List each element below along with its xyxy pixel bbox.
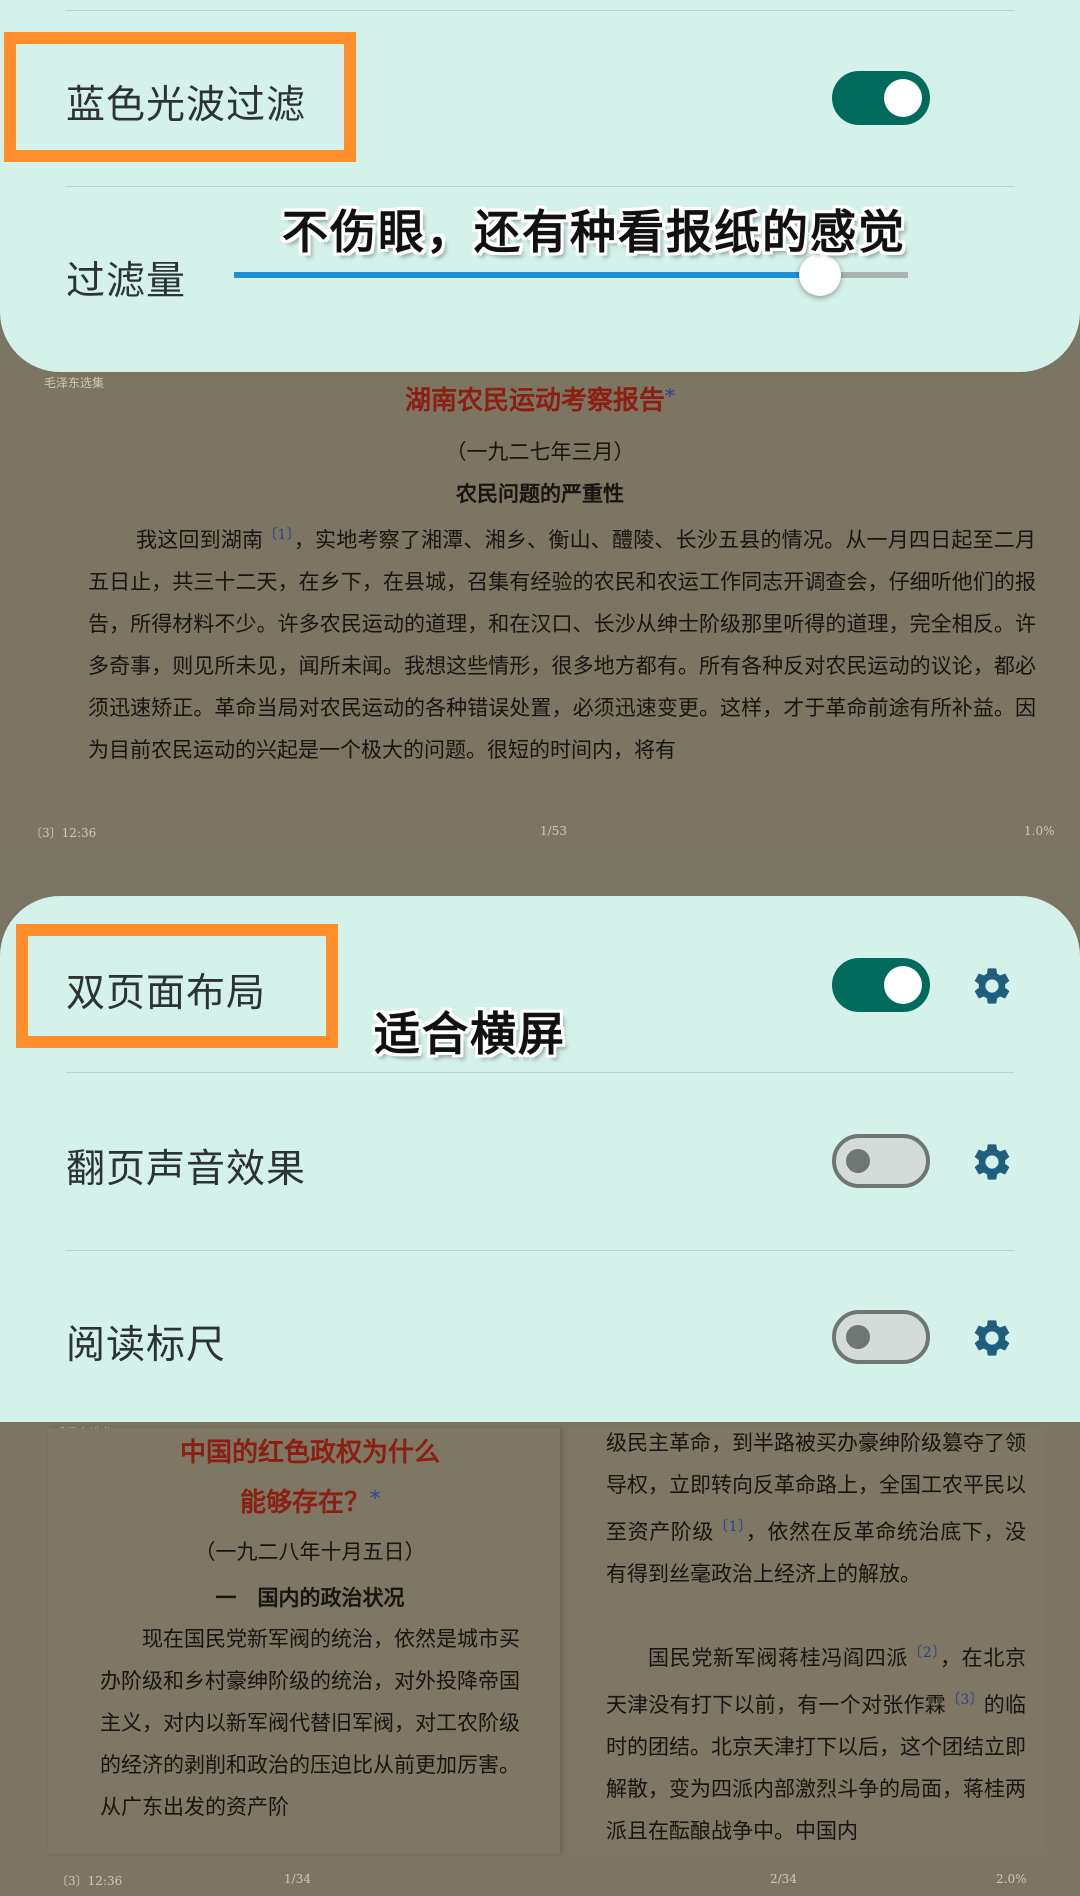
divider [66,1250,1014,1251]
section-heading: 农民问题的严重性 [456,481,624,506]
chapter-title: 湖南农民运动考察报告* [0,380,1080,417]
battery-status: 〔3〕12:36 [56,1874,123,1888]
blue-light-filter-toggle[interactable] [832,71,930,125]
dual-page-toggle[interactable] [832,958,930,1012]
reading-ruler-label: 阅读标尺 [66,1323,227,1368]
progress-percent: 1.0% [1024,824,1055,838]
section-heading: 一 国内的政治状况 [215,1585,405,1610]
caption-landscape: 适合横屏 [374,1007,566,1061]
chapter-title-line1: 中国的红色政权为什么 [179,1438,440,1468]
toggle-knob [846,1149,870,1173]
battery-status: 〔3〕12:36 [30,826,97,840]
footnote-link[interactable]: 〔2〕 [908,1645,940,1661]
toggle-knob [846,1325,870,1349]
page-sound-toggle[interactable] [832,1134,930,1188]
progress-percent: 2.0% [996,1872,1027,1886]
divider [66,10,1014,11]
battery-level: 3 [42,826,50,840]
title-footnote-mark: * [370,1485,380,1510]
highlight-box [4,32,356,162]
gear-icon[interactable] [970,1316,1014,1360]
paragraph-text: 国民党新军阀蒋桂冯阎四派 [648,1646,909,1670]
reader-page-top: 毛泽东选集 湖南农民运动考察报告* （一九二七年三月） 农民问题的严重性 我这回… [0,372,1080,844]
toggle-knob [884,966,922,1004]
divider [66,186,1014,187]
right-page-paragraph: 级民主革命，到半路被买办豪绅阶级篡夺了领导权，立即转向反革命路上，全国工农平民以… [606,1422,1026,1595]
filter-amount-label: 过滤量 [66,259,187,304]
chapter-date: （一九二七年三月） [445,440,635,464]
right-page-paragraph: 国民党新军阀蒋桂冯阎四派〔2〕，在北京天津没有打下以前，有一个对张作霖〔3〕的临… [606,1632,1026,1852]
chapter-title-line2: 能够存在？* [100,1482,520,1519]
chapter-title-text: 湖南农民运动考察报告 [404,386,665,416]
caption-no-eye-strain: 不伤眼，还有种看报纸的感觉 [282,205,906,259]
page-number: 1/53 [540,824,567,838]
chapter-title-text: 能够存在？ [239,1488,370,1518]
footnote-link[interactable]: 〔1〕 [714,1519,746,1535]
clock-time: 12:36 [87,1874,123,1888]
filter-amount-slider-fill [234,272,821,278]
page-number-right: 2/34 [770,1872,797,1886]
page-sound-label: 翻页声音效果 [66,1147,307,1192]
toggle-knob [884,79,922,117]
highlight-box [16,924,338,1048]
body-paragraph: 我这回到湖南〔1〕，实地考察了湘潭、湘乡、衡山、醴陵、长沙五县的情况。从一月四日… [88,514,1036,771]
left-page-paragraph: 现在国民党新军阀的统治，依然是城市买办阶级和乡村豪绅阶级的统治，对外投降帝国主义… [100,1627,520,1819]
paragraph-text: ，实地考察了湘潭、湘乡、衡山、醴陵、长沙五县的情况。从一月四日起至二月五日止，共… [88,528,1037,762]
clock-time: 12:36 [61,826,97,840]
reader-spread-bottom: 毛泽东选集 中国的红色政权为什么 能够存在？* （一九二八年十月五日） 一 国内… [0,1422,1080,1896]
paragraph-text: 我这回到湖南 [136,528,264,552]
gear-icon[interactable] [970,964,1014,1008]
title-footnote-mark: * [665,383,675,408]
chapter-date: （一九二八年十月五日） [194,1540,426,1564]
footnote-link[interactable]: 〔1〕 [263,527,294,543]
page-number-left: 1/34 [284,1872,311,1886]
battery-level: 3 [68,1874,76,1888]
reading-ruler-toggle[interactable] [832,1310,930,1364]
gear-icon[interactable] [970,1140,1014,1184]
footnote-link[interactable]: 〔3〕 [946,1692,984,1708]
divider [66,1072,1014,1073]
